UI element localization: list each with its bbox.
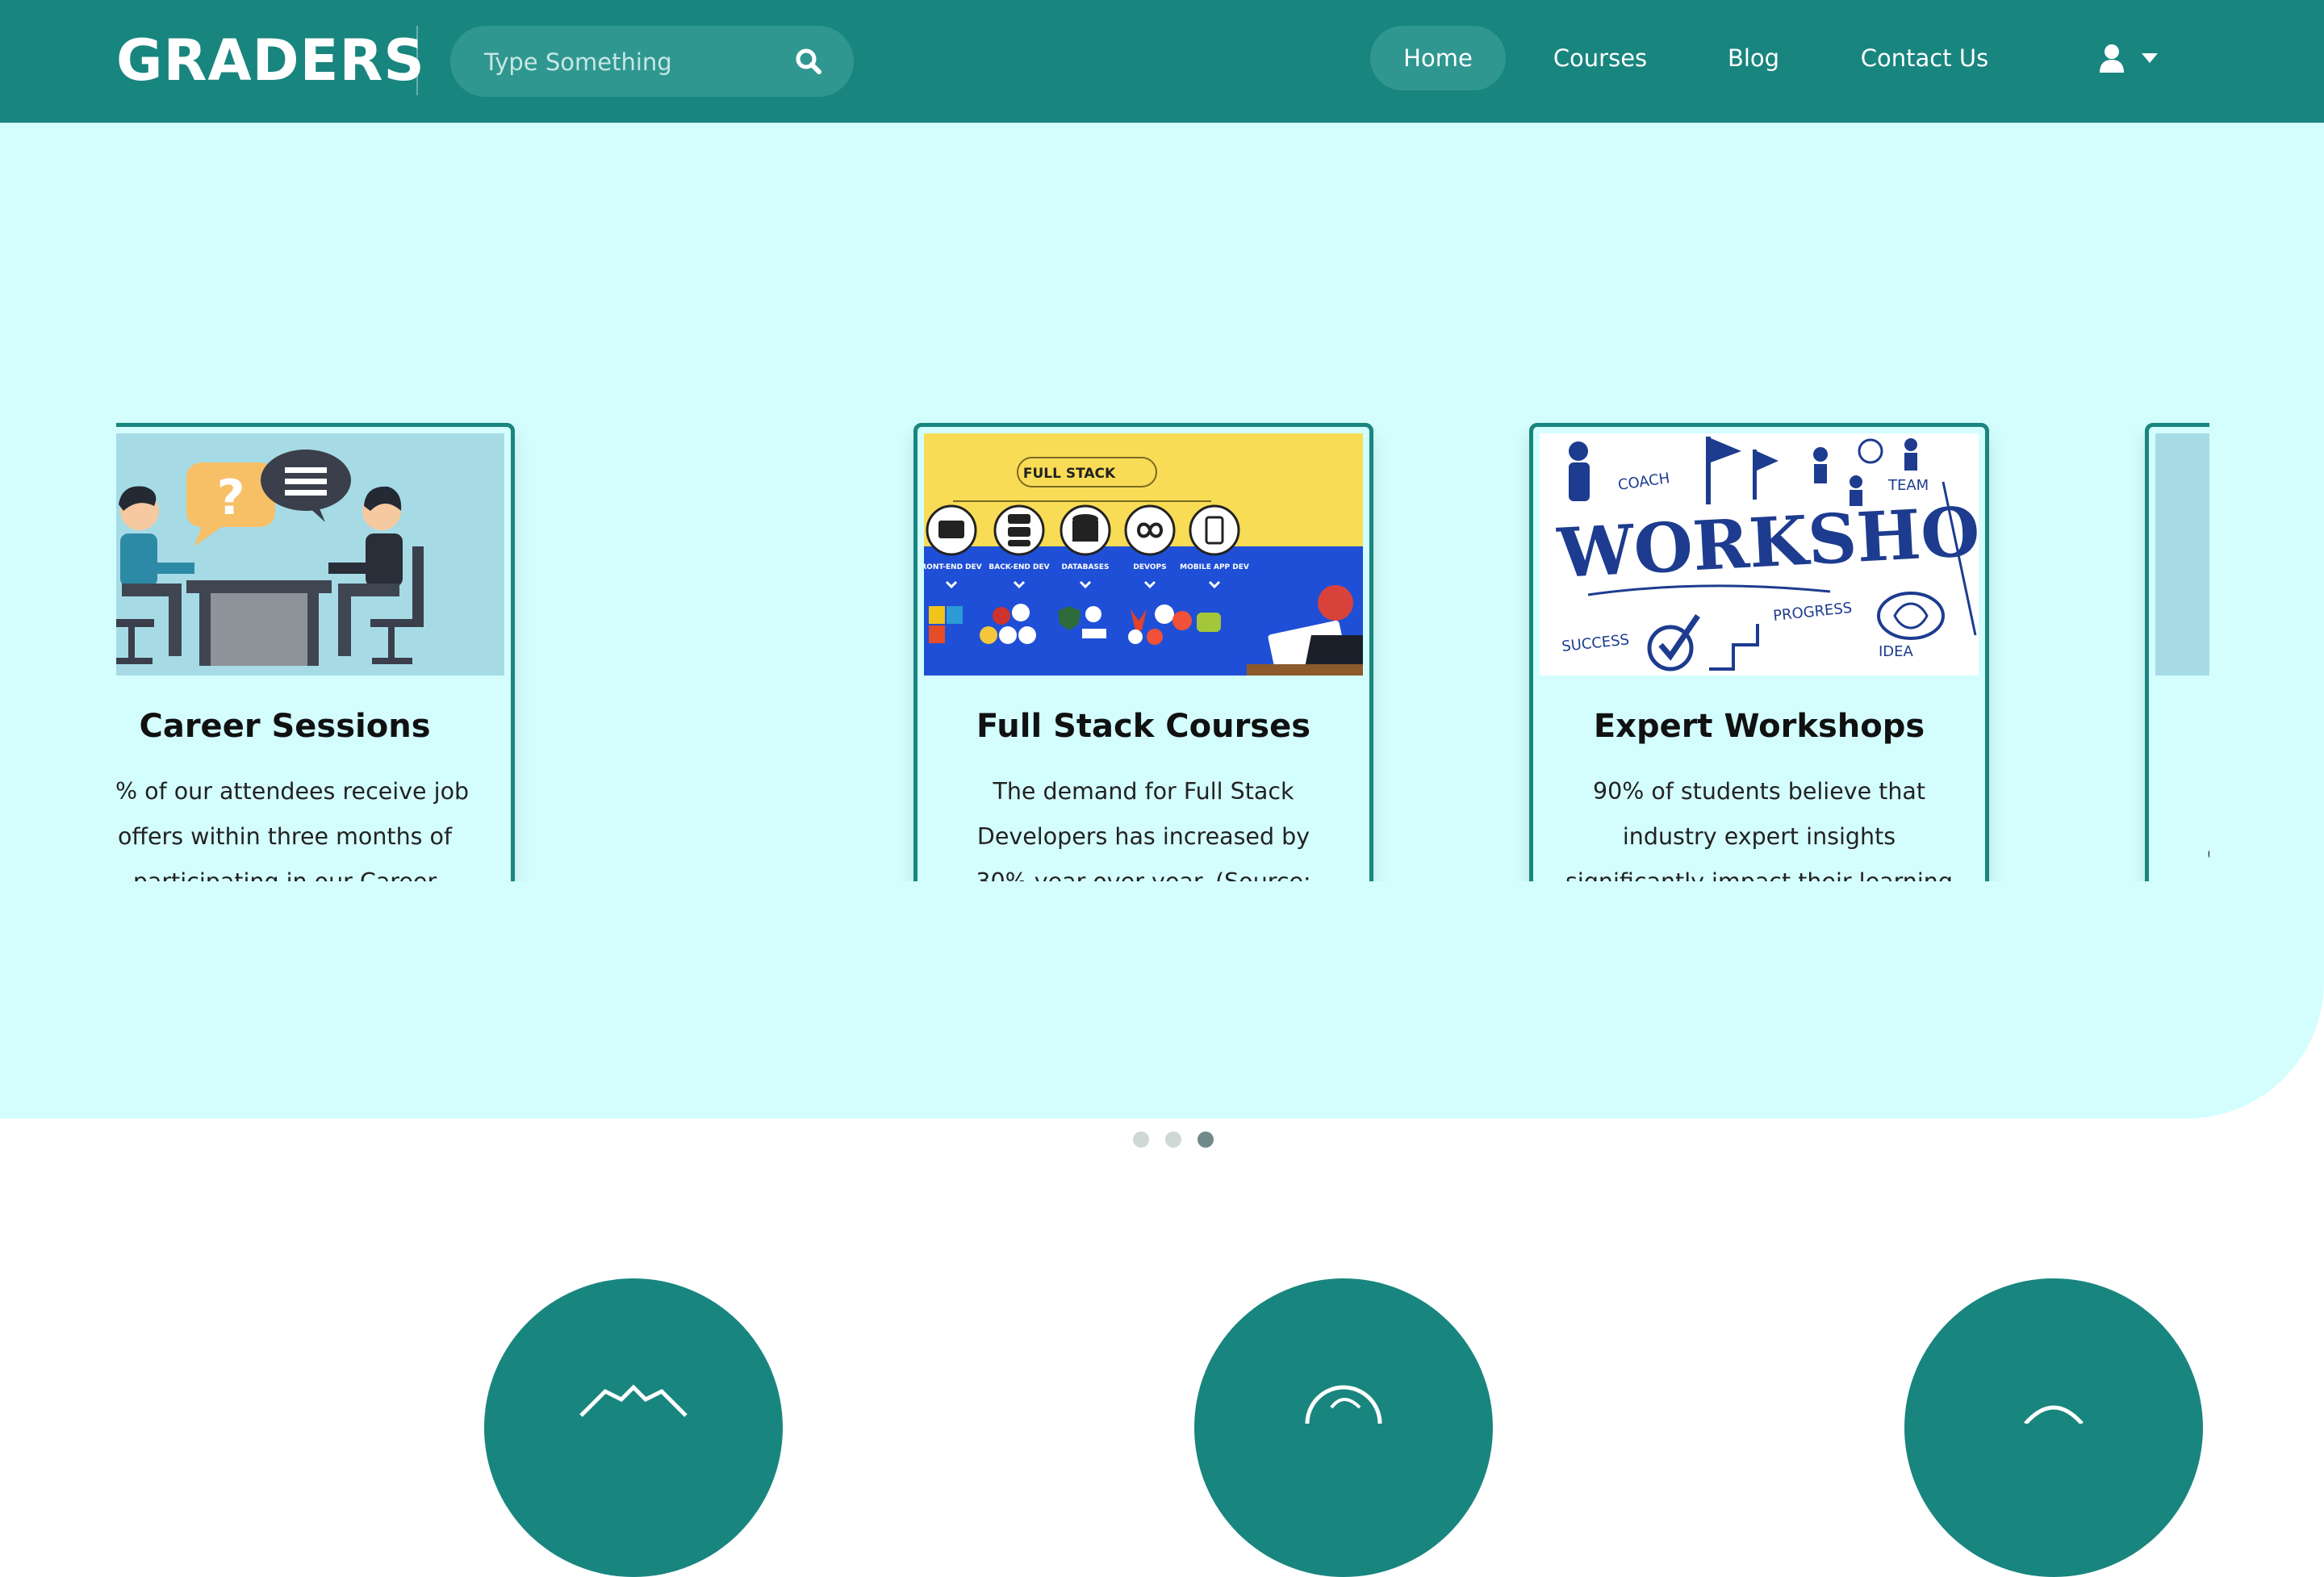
slider-dot-3[interactable] <box>1198 1132 1214 1148</box>
card-title: Career Sessions <box>139 708 431 745</box>
card-title: Full Stack Courses <box>976 708 1311 745</box>
search-input[interactable] <box>483 26 776 98</box>
svg-text:IDEA: IDEA <box>1879 643 1914 660</box>
slider-dot-1[interactable] <box>1133 1132 1149 1148</box>
brand-logo[interactable]: GRADERS <box>116 26 425 95</box>
feature-circle-2 <box>1194 1278 1493 1577</box>
card-expert-workshops[interactable]: COACH TEAM WORKSHOP PROGRESS SUCCESS IDE… <box>1529 423 1989 881</box>
card-text: 0% of our attendees receive job offers w… <box>116 778 470 881</box>
svg-text:TEAM: TEAM <box>1887 477 1929 494</box>
navbar: GRADERS Home Courses Blog Contact Us <box>0 0 2324 123</box>
feature-circle-3 <box>1904 1278 2203 1577</box>
card-text: The demand for Full Stack Developers has… <box>976 778 1310 881</box>
svg-text:?: ? <box>217 470 245 526</box>
nav-link-blog[interactable]: Blog <box>1716 26 1791 90</box>
svg-text:MOBILE APP DEV: MOBILE APP DEV <box>1180 563 1249 571</box>
slider-dot-2[interactable] <box>1165 1132 1181 1148</box>
full-stack-banner: FULL STACK <box>1023 466 1116 482</box>
card-text: 90% of students believe that industry ex… <box>1565 778 1953 881</box>
svg-text:DATABASES: DATABASES <box>1061 563 1109 571</box>
card-career-sessions[interactable]: ? Career Sessions % of our attendees rec… <box>116 423 515 881</box>
hands-icon <box>2024 1405 2084 1424</box>
svg-text:BACK-END DEV: BACK-END DEV <box>989 563 1049 571</box>
feature-circle-1 <box>484 1278 783 1577</box>
nav-divider <box>416 26 418 95</box>
card-next-partial[interactable]: c <box>2145 423 2209 881</box>
hero-section: ? Career Sessions % of our attendees rec… <box>0 123 2324 1148</box>
card-text: c <box>2205 830 2209 876</box>
card-image-partial <box>2155 433 2209 676</box>
card-slider[interactable]: ? Career Sessions % of our attendees rec… <box>116 300 2209 881</box>
nav-link-contact-us[interactable]: Contact Us <box>1848 26 2001 90</box>
search-bar <box>450 26 854 98</box>
career-sessions-illustration: ? <box>116 433 504 676</box>
workshop-sketch: COACH TEAM WORKSHOP PROGRESS SUCCESS IDE… <box>1540 433 1979 676</box>
svg-text:RONT-END DEV: RONT-END DEV <box>924 563 982 571</box>
card-full-stack-courses[interactable]: FULL STACK RONT-END DEV BACK-END DEV DAT… <box>913 423 1373 881</box>
user-icon[interactable] <box>2098 44 2125 73</box>
nav-link-courses[interactable]: Courses <box>1538 26 1662 90</box>
nav-link-home[interactable]: Home <box>1370 26 1506 90</box>
handshake-icon <box>579 1384 688 1417</box>
search-icon[interactable] <box>794 47 823 76</box>
full-stack-illustration: FULL STACK RONT-END DEV BACK-END DEV DAT… <box>924 433 1363 676</box>
caret-down-icon[interactable] <box>2142 53 2158 63</box>
card-title: Expert Workshops <box>1593 708 1925 745</box>
globe-icon <box>1305 1385 1382 1424</box>
svg-text:DEVOPS: DEVOPS <box>1133 563 1166 571</box>
